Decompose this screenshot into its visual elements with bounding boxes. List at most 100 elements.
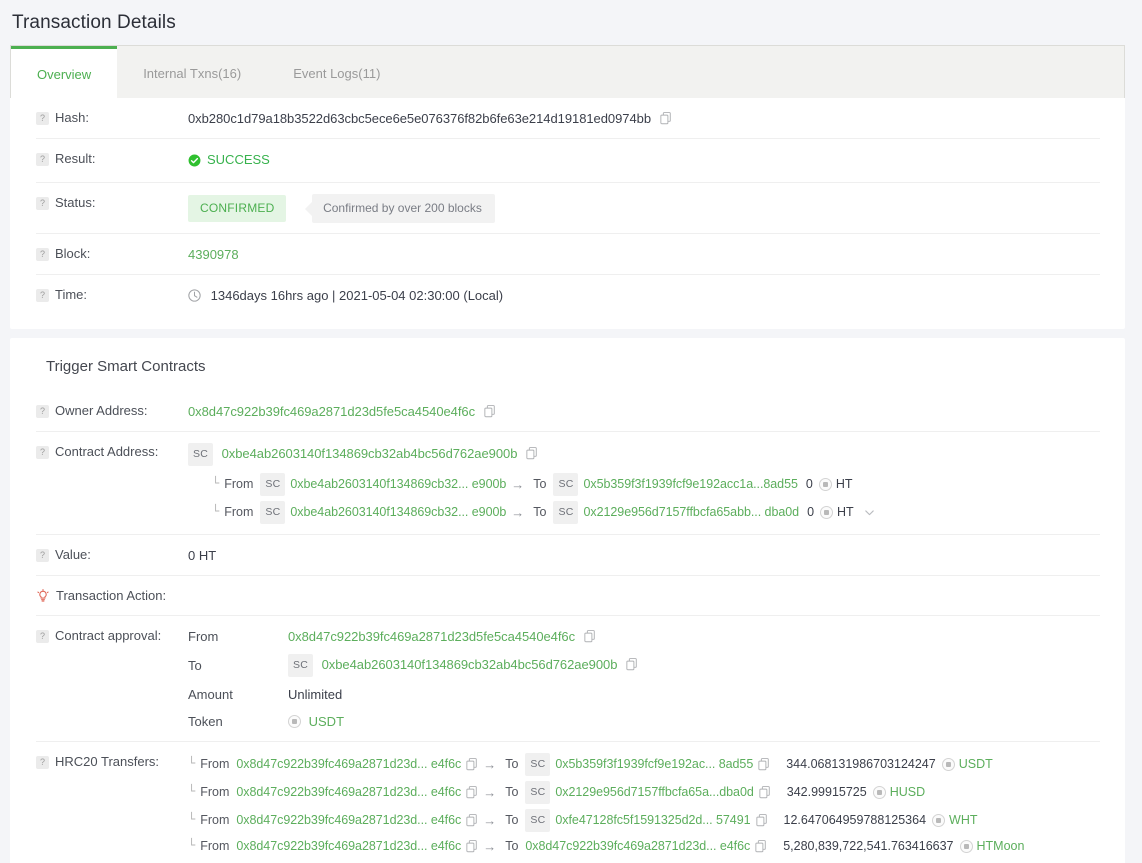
copy-icon[interactable] xyxy=(755,814,768,827)
hrc20-transfer-list: └ From 0x8d47c922b39fc469a2871d23d... e4… xyxy=(188,753,1100,856)
tab-overview[interactable]: Overview xyxy=(11,46,118,99)
tab-overview-label: Overview xyxy=(37,66,92,82)
row-hrc20-transfers: ? HRC20 Transfers: └ From 0x8d47c922b39f… xyxy=(36,742,1100,863)
transfer-amount: 344.068131986703124247 xyxy=(786,757,936,771)
sc-badge: SC xyxy=(188,443,213,466)
help-icon[interactable]: ? xyxy=(36,405,49,418)
chevron-down-icon[interactable] xyxy=(863,506,876,519)
help-icon[interactable]: ? xyxy=(36,248,49,261)
copy-icon[interactable] xyxy=(484,404,496,418)
block-link[interactable]: 4390978 xyxy=(188,247,239,262)
hrc20-transfers-label: HRC20 Transfers: xyxy=(55,754,160,769)
copy-icon[interactable] xyxy=(466,814,478,827)
copy-icon[interactable] xyxy=(759,786,771,799)
from-keyword: From xyxy=(200,839,230,853)
owner-address-link[interactable]: 0x8d47c922b39fc469a2871d23d5fe5ca4540e4f… xyxy=(188,404,475,419)
help-icon[interactable]: ? xyxy=(36,756,49,769)
arrow-icon: → xyxy=(483,813,497,828)
copy-icon[interactable] xyxy=(466,786,478,799)
tab-internal-txns[interactable]: Internal Txns(16) xyxy=(117,46,267,98)
result-label-group: ? Result: xyxy=(36,149,188,168)
transfer-from-address[interactable]: 0x8d47c922b39fc469a2871d23d... e4f6c xyxy=(236,837,461,856)
internal-from-address[interactable]: 0xbe4ab2603140f134869cb32... e900b xyxy=(290,475,506,494)
approval-to-address[interactable]: 0xbe4ab2603140f134869cb32ab4bc56d762ae90… xyxy=(322,657,618,672)
row-value: ? Value: 0 HT xyxy=(36,535,1100,576)
value-label-group: ? Value: xyxy=(36,545,188,564)
transfer-from-address[interactable]: 0x8d47c922b39fc469a2871d23d... e4f6c xyxy=(236,811,461,830)
copy-icon[interactable] xyxy=(755,840,767,853)
internal-to-address[interactable]: 0x5b359f3f1939fcf9e192acc1a...8ad55 xyxy=(583,475,797,494)
contract-address-label-group: ? Contract Address: xyxy=(36,442,188,461)
token-icon xyxy=(932,814,946,827)
arrow-icon: → xyxy=(483,785,497,800)
token-icon xyxy=(288,715,301,728)
to-keyword: To xyxy=(533,477,547,491)
help-icon[interactable]: ? xyxy=(36,153,49,166)
row-time: ? Time: 1346days 16hrs ago | 2021-05-04 … xyxy=(36,275,1100,315)
transaction-details-page: Transaction Details Overview Internal Tx… xyxy=(0,0,1142,863)
transfer-amount: 5,280,839,722,541.763416637 xyxy=(783,839,954,853)
transfer-to-address[interactable]: 0x5b359f3f1939fcf9e192ac... 8ad55 xyxy=(555,755,753,774)
transaction-action-label-group: Transaction Action: xyxy=(36,586,188,605)
overview-card: Overview Internal Txns(16) Event Logs(11… xyxy=(10,45,1125,329)
transfer-to-address[interactable]: 0x8d47c922b39fc469a2871d23d... e4f6c xyxy=(525,837,750,856)
confirmed-badge: CONFIRMED xyxy=(188,195,287,222)
approval-to-key: To xyxy=(188,658,202,673)
status-label: Status: xyxy=(55,195,96,210)
row-result: ? Result: SUCCESS xyxy=(36,139,1100,183)
help-icon[interactable]: ? xyxy=(36,197,49,210)
transfer-token[interactable]: HTMoon xyxy=(977,837,1025,856)
section-heading: Trigger Smart Contracts xyxy=(46,358,206,375)
to-keyword: To xyxy=(505,813,519,827)
to-keyword: To xyxy=(505,839,519,853)
owner-address-label-group: ? Owner Address: xyxy=(36,401,188,420)
copy-icon[interactable] xyxy=(584,629,596,643)
approval-to-value-group: SC 0xbe4ab2603140f134869cb32ab4bc56d762a… xyxy=(288,654,638,677)
internal-token: HT xyxy=(835,477,853,491)
row-contract-approval: ? Contract approval: From 0x8d47c922b39f… xyxy=(36,616,1100,742)
internal-to-address[interactable]: 0x2129e956d7157ffbcfa65abb... dba0d xyxy=(583,503,799,522)
help-icon[interactable]: ? xyxy=(36,630,49,643)
table-row: └ From 0x8d47c922b39fc469a2871d23d... e4… xyxy=(188,809,1100,832)
owner-address-value-group: 0x8d47c922b39fc469a2871d23d5fe5ca4540e4f… xyxy=(188,401,1100,421)
help-icon[interactable]: ? xyxy=(36,446,49,459)
internal-from-address[interactable]: 0xbe4ab2603140f134869cb32... e900b xyxy=(290,503,506,522)
tab-internal-txns-label: Internal Txns(16) xyxy=(143,66,242,81)
transfer-amount: 12.647064959788125364 xyxy=(783,813,927,827)
approval-token-link[interactable]: USDT xyxy=(309,714,344,729)
arrow-icon: → xyxy=(483,757,497,772)
to-keyword: To xyxy=(505,785,519,799)
approval-token-line: Token USDT xyxy=(188,712,1100,731)
copy-icon[interactable] xyxy=(466,840,478,853)
transfer-token[interactable]: WHT xyxy=(949,811,977,830)
to-keyword: To xyxy=(533,505,547,519)
result-value: SUCCESS xyxy=(207,152,270,167)
transaction-action-label: Transaction Action: xyxy=(56,588,167,603)
help-icon[interactable]: ? xyxy=(36,289,49,302)
contract-address-link[interactable]: 0xbe4ab2603140f134869cb32ab4bc56d762ae90… xyxy=(222,446,518,461)
contract-address-label: Contract Address: xyxy=(55,444,159,459)
transfer-from-address[interactable]: 0x8d47c922b39fc469a2871d23d... e4f6c xyxy=(236,783,461,802)
row-transaction-action: Transaction Action: xyxy=(36,576,1100,616)
transfer-to-address[interactable]: 0x2129e956d7157ffbcfa65a...dba0d xyxy=(555,783,753,802)
copy-icon[interactable] xyxy=(526,446,538,460)
approval-amount-line: Amount Unlimited xyxy=(188,685,1100,704)
tab-event-logs[interactable]: Event Logs(11) xyxy=(267,46,406,98)
copy-icon[interactable] xyxy=(466,758,478,771)
contract-approval-label: Contract approval: xyxy=(55,628,162,643)
approval-amount-value: Unlimited xyxy=(288,687,343,702)
transfer-to-address[interactable]: 0xfe47128fc5f1591325d2d... 57491 xyxy=(555,811,750,830)
copy-icon[interactable] xyxy=(626,657,638,671)
help-icon[interactable]: ? xyxy=(36,112,49,125)
transfer-token[interactable]: HUSD xyxy=(890,783,925,802)
copy-icon[interactable] xyxy=(660,111,672,125)
arrow-icon: → xyxy=(511,477,525,492)
approval-from-address[interactable]: 0x8d47c922b39fc469a2871d23d5fe5ca4540e4f… xyxy=(288,629,575,644)
hash-value-group: 0xb280c1d79a18b3522d63cbc5ece6e5e076376f… xyxy=(188,108,1100,128)
help-icon[interactable]: ? xyxy=(36,549,49,562)
transfer-token[interactable]: USDT xyxy=(959,755,993,774)
transfer-from-address[interactable]: 0x8d47c922b39fc469a2871d23d... e4f6c xyxy=(236,755,461,774)
approval-from-key: From xyxy=(188,629,219,644)
tree-connector-icon: └ xyxy=(188,783,196,798)
copy-icon[interactable] xyxy=(758,758,770,771)
